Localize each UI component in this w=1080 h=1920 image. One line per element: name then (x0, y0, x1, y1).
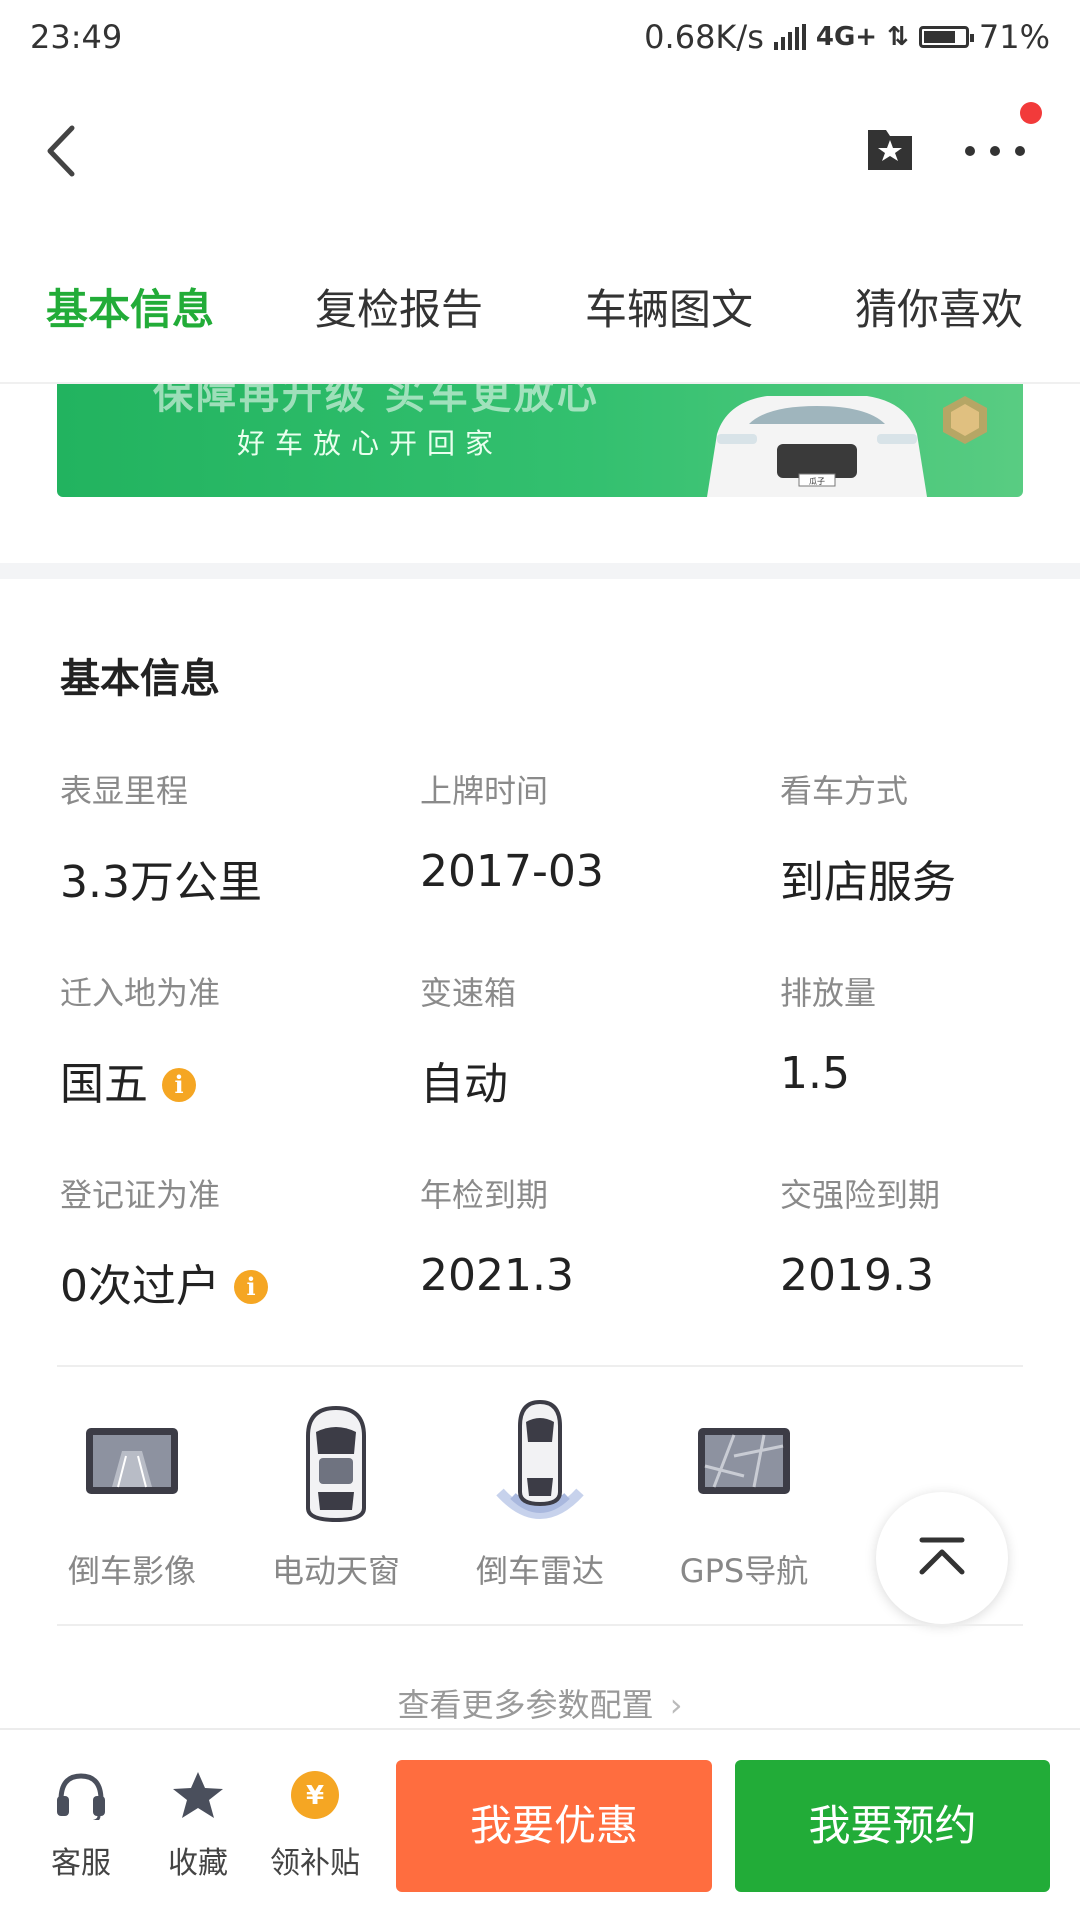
more-dots-icon (965, 146, 1025, 156)
top-nav (0, 76, 1080, 216)
discount-button[interactable]: 我要优惠 (396, 1760, 712, 1892)
bottom-action-bar: 客服 收藏 ¥ 领补贴 我要优惠 我要预约 (0, 1728, 1080, 1920)
divider (57, 1365, 1023, 1367)
feature-parking-radar: 倒车雷达 (460, 1396, 620, 1590)
more-config-label: 查看更多参数配置 (397, 1686, 654, 1724)
status-indicators: 0.68K/s 4G+ ⇅ 71% (644, 18, 1050, 56)
back-button[interactable] (36, 116, 92, 186)
subsidy-label: 领补贴 (270, 1846, 360, 1881)
info-icon[interactable]: i (162, 1068, 196, 1102)
banner-subline: 好车放心开回家 (237, 427, 504, 460)
feature-label: GPS导航 (679, 1552, 809, 1590)
info-icon[interactable]: i (234, 1270, 268, 1304)
section-separator (0, 563, 1080, 579)
bookmark-star-icon (868, 130, 912, 170)
signal-icon (773, 24, 806, 50)
back-to-top-icon (919, 1537, 965, 1575)
mileage-label: 表显里程 (60, 772, 189, 810)
registration-date-value: 2017-03 (420, 846, 604, 897)
reverse-camera-icon (86, 1428, 178, 1494)
feature-sunroof: 电动天窗 (256, 1396, 416, 1590)
tab-bar: 基本信息 复检报告 车辆图文 猜你喜欢 (0, 216, 1080, 384)
headset-icon (57, 1773, 105, 1824)
banner-area: 保障再升级 买车更放心 好车放心开回家 瓜子 (0, 384, 1080, 564)
tab-recommendations[interactable]: 猜你喜欢 (855, 276, 1023, 337)
badge-icon (943, 396, 987, 444)
collect-button[interactable]: 收藏 (143, 1770, 253, 1882)
emission-standard-value: 国五 i (60, 1048, 196, 1112)
feature-label: 倒车雷达 (475, 1552, 604, 1590)
transfer-count-value: 0次过户 i (60, 1250, 268, 1314)
notification-dot (1020, 102, 1042, 124)
more-config-link[interactable]: 查看更多参数配置 › (0, 1680, 1080, 1726)
book-appointment-button[interactable]: 我要预约 (735, 1760, 1050, 1892)
parking-radar-icon (496, 1399, 584, 1519)
status-time: 23:49 (30, 18, 123, 56)
more-button[interactable] (960, 126, 1030, 172)
inspection-expiry-value: 2021.3 (420, 1250, 574, 1301)
feature-gps: GPS导航 (664, 1396, 824, 1590)
mileage-value: 3.3万公里 (60, 857, 262, 908)
emission-standard-label: 迁入地为准 (60, 974, 221, 1012)
viewing-method-label: 看车方式 (780, 772, 909, 810)
favorite-button[interactable] (862, 120, 918, 176)
feature-reverse-camera: 倒车影像 (52, 1396, 212, 1590)
tab-recheck-report[interactable]: 复检报告 (315, 276, 483, 337)
displacement-value: 1.5 (780, 1048, 850, 1099)
subsidy-button[interactable]: ¥ 领补贴 (260, 1770, 370, 1882)
promo-banner[interactable]: 保障再升级 买车更放心 好车放心开回家 瓜子 (57, 384, 1023, 497)
star-icon (173, 1772, 223, 1818)
data-transfer-icon: ⇅ (887, 22, 909, 52)
insurance-expiry-label: 交强险到期 (780, 1176, 941, 1214)
customer-service-button[interactable]: 客服 (26, 1770, 136, 1882)
chevron-right-icon: › (669, 1686, 683, 1724)
tab-basic-info[interactable]: 基本信息 (46, 276, 214, 337)
feature-label: 电动天窗 (271, 1552, 400, 1590)
tab-vehicle-photos[interactable]: 车辆图文 (585, 276, 753, 337)
divider (57, 1624, 1023, 1626)
chevron-left-icon (47, 125, 75, 177)
transfer-count-label: 登记证为准 (60, 1176, 221, 1214)
battery-percent: 71% (978, 18, 1050, 56)
back-to-top-button[interactable] (876, 1492, 1008, 1624)
plate-text: 瓜子 (809, 477, 825, 486)
customer-service-label: 客服 (51, 1846, 111, 1881)
network-type: 4G+ (815, 22, 878, 52)
insurance-expiry-value: 2019.3 (780, 1250, 934, 1301)
network-speed: 0.68K/s (644, 18, 764, 56)
registration-date-label: 上牌时间 (420, 772, 549, 810)
feature-label: 倒车影像 (67, 1552, 196, 1590)
displacement-label: 排放量 (780, 974, 877, 1012)
viewing-method-value: 到店服务 (780, 857, 956, 908)
sunroof-icon (306, 1405, 366, 1523)
collect-label: 收藏 (168, 1846, 228, 1881)
yen-symbol: ¥ (306, 1781, 324, 1811)
car-image: 瓜子 (707, 396, 927, 497)
transmission-label: 变速箱 (420, 974, 517, 1012)
transmission-value: 自动 (420, 1059, 508, 1110)
banner-headline: 保障再升级 买车更放心 (153, 384, 600, 418)
basic-info-title: 基本信息 (60, 656, 220, 702)
battery-icon (918, 26, 974, 48)
yen-coin-icon: ¥ (291, 1771, 339, 1819)
status-bar: 23:49 0.68K/s 4G+ ⇅ 71% (0, 0, 1080, 76)
gps-navigation-icon (698, 1428, 790, 1494)
inspection-expiry-label: 年检到期 (420, 1176, 549, 1214)
